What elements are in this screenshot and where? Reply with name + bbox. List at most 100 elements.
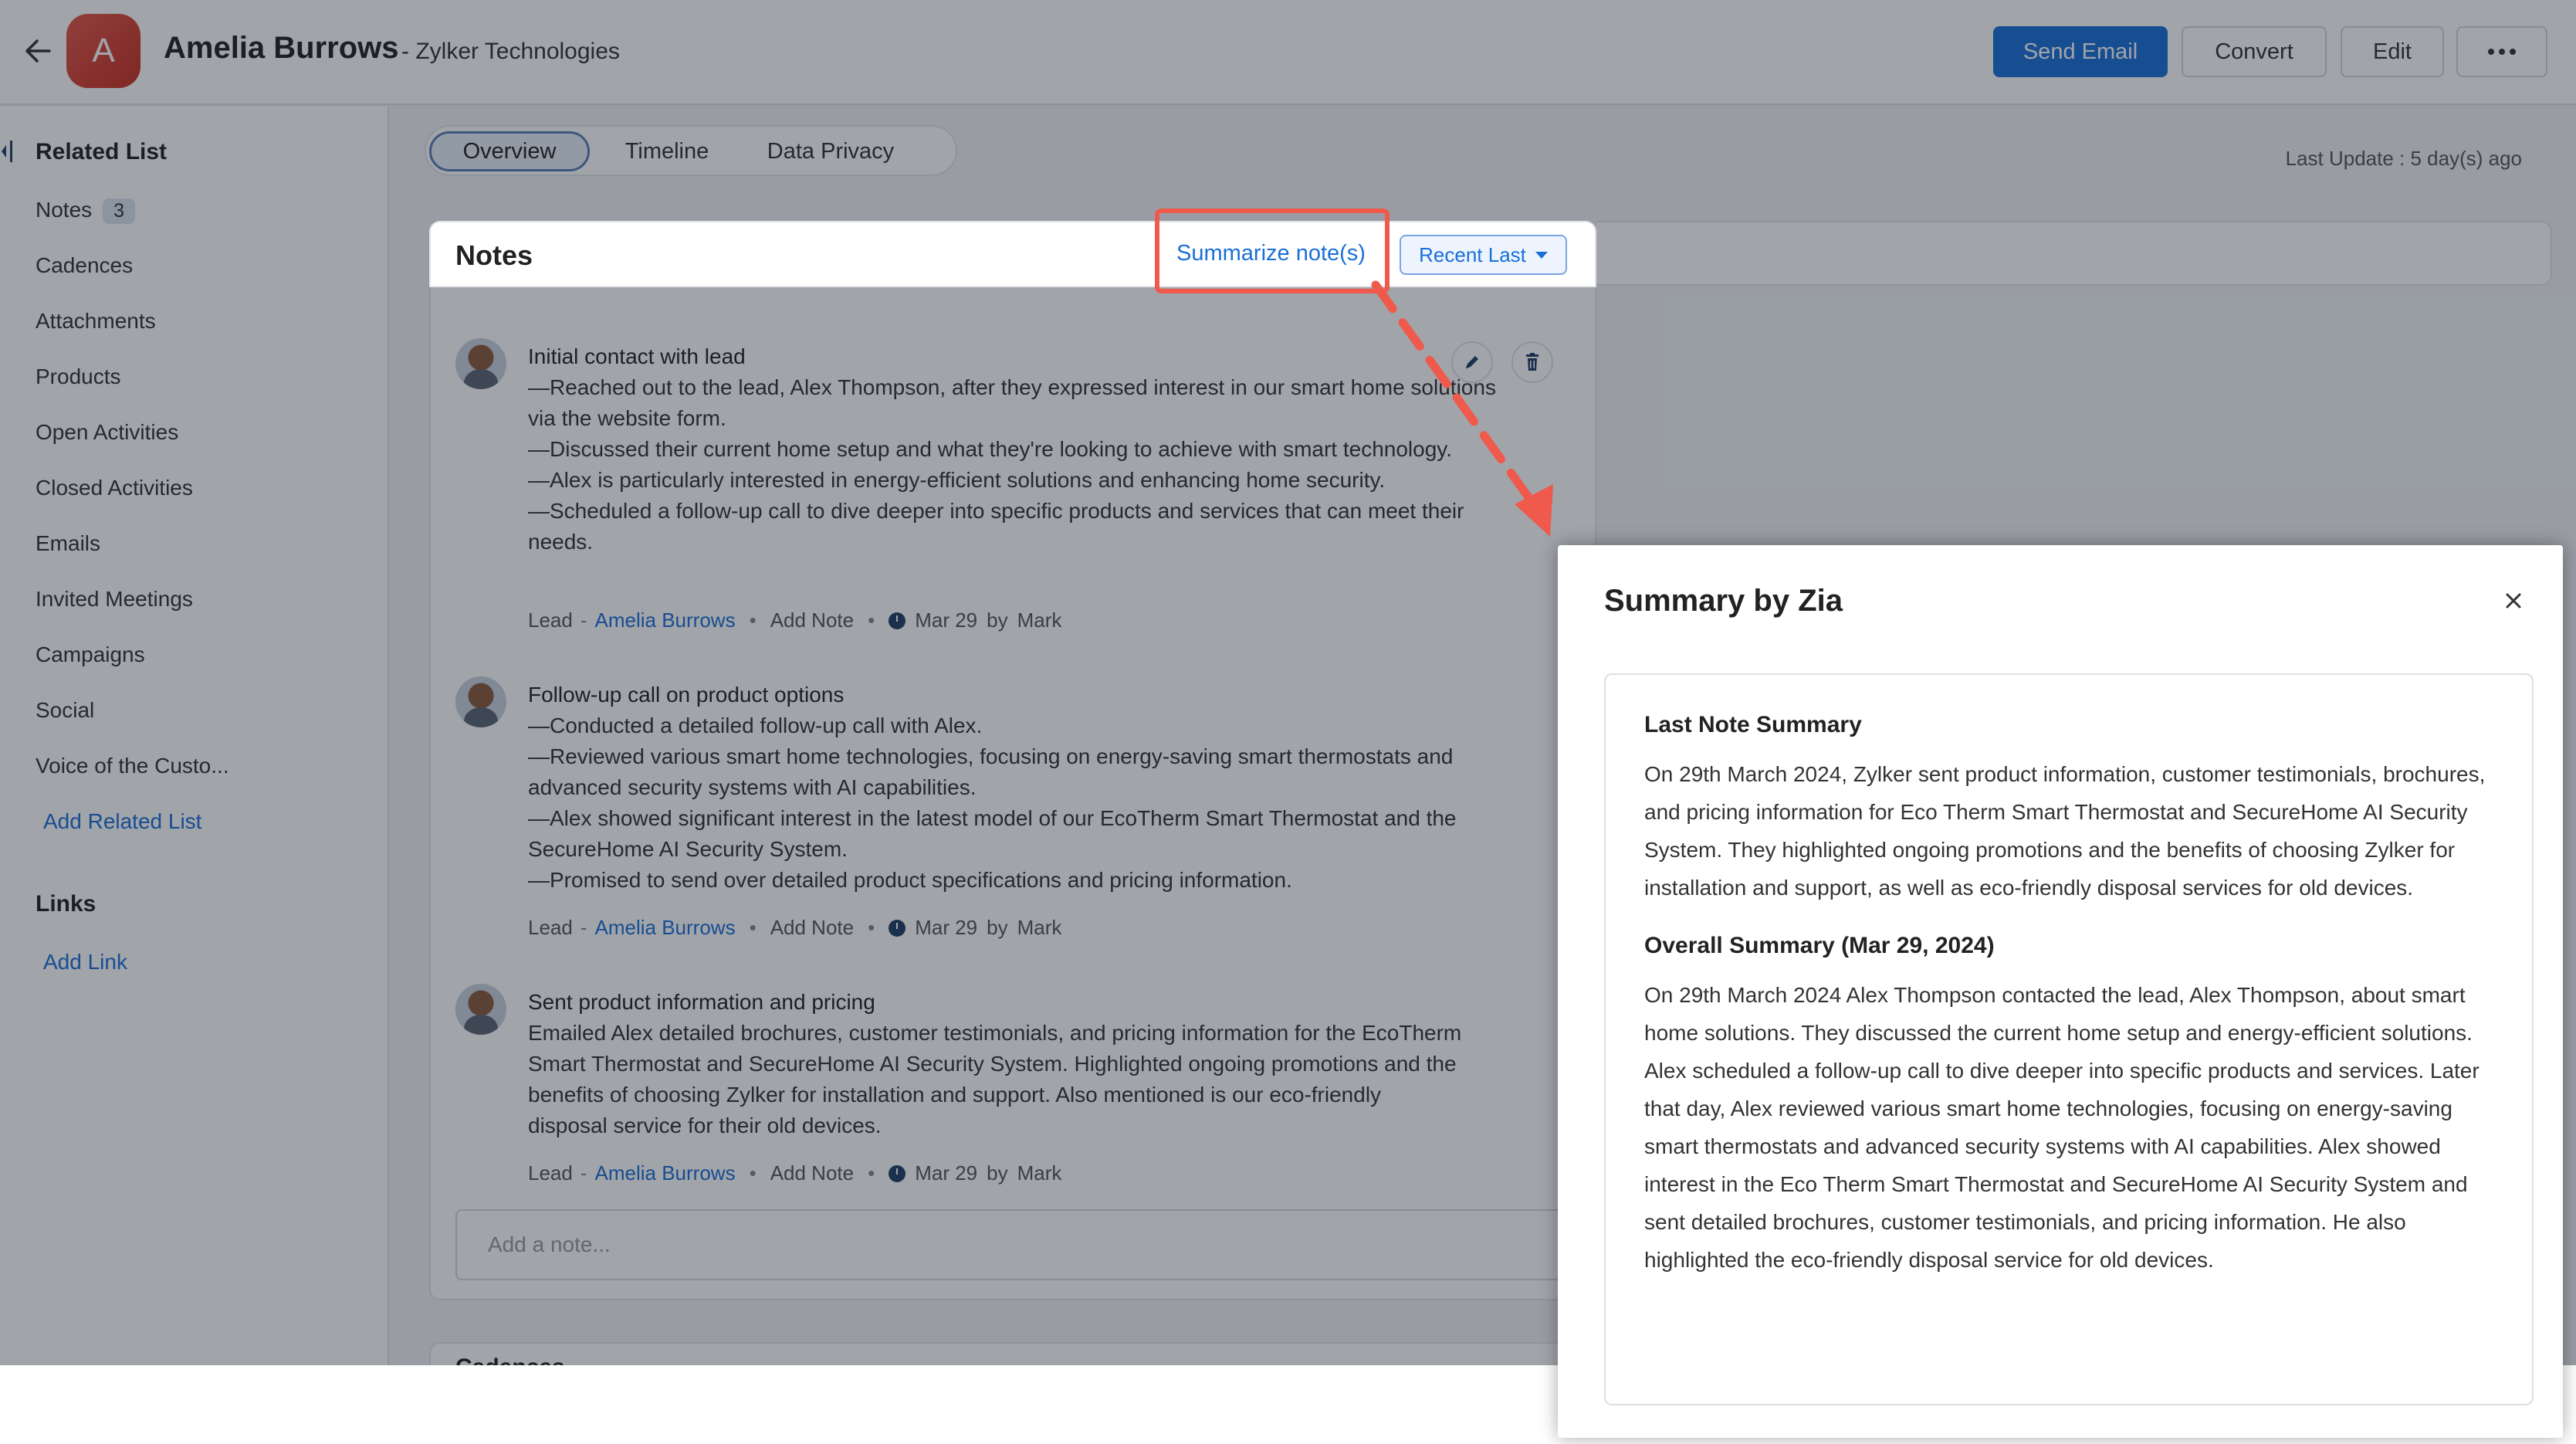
- notes-title: Notes: [455, 239, 533, 271]
- sidebar-item-label: Notes: [36, 198, 93, 222]
- overall-summary-heading: Overall Summary (Mar 29, 2024): [1644, 933, 1995, 958]
- edit-button[interactable]: Edit: [2341, 26, 2444, 77]
- last-note-summary-heading: Last Note Summary: [1644, 712, 1862, 737]
- meta-separator-dot: •: [749, 916, 757, 939]
- meta-separator-dot: •: [868, 916, 875, 939]
- note-title: Follow-up call on product options: [528, 683, 845, 707]
- sidebar-item-notes[interactable]: Notes 3: [36, 198, 136, 225]
- notes-card: Notes Initial contact with lead —Reached…: [429, 221, 1598, 1300]
- clock-icon: [889, 1164, 906, 1182]
- note-body: Emailed Alex detailed brochures, custome…: [528, 1018, 1462, 1141]
- links-heading: Links: [36, 891, 96, 917]
- more-actions-button[interactable]: [2456, 26, 2547, 77]
- note-by: by: [987, 1161, 1008, 1185]
- note-line: —Alex showed significant interest in the…: [528, 806, 1457, 861]
- related-list-heading: Related List: [36, 139, 168, 164]
- add-note-input[interactable]: [455, 1209, 1598, 1280]
- record-company: - Zylker Technologies: [401, 39, 620, 64]
- note-add-note[interactable]: Add Note: [770, 1161, 854, 1185]
- sidebar-item-open-activities[interactable]: Open Activities: [36, 420, 178, 445]
- note-meta: Lead - Amelia Burrows • Add Note • Mar 2…: [528, 608, 1061, 632]
- note-line: —Scheduled a follow-up call to dive deep…: [528, 499, 1464, 554]
- notes-header-highlight: Notes Summarize note(s) Recent Last: [429, 208, 1596, 293]
- clock-icon: [889, 919, 906, 937]
- last-update-text: Last Update : 5 day(s) ago: [2285, 147, 2522, 170]
- collapse-sidebar-icon[interactable]: [0, 137, 14, 165]
- caret-down-icon: [1535, 251, 1548, 259]
- note-date: Mar 29: [915, 916, 978, 939]
- add-link-link[interactable]: Add Link: [43, 950, 127, 975]
- meta-separator-dot: •: [749, 1161, 757, 1185]
- send-email-button[interactable]: Send Email: [1993, 26, 2168, 77]
- tab-timeline[interactable]: Timeline: [605, 131, 729, 171]
- note-title: Initial contact with lead: [528, 344, 746, 368]
- note-line: —Conducted a detailed follow-up call wit…: [528, 714, 983, 737]
- sidebar-item-emails[interactable]: Emails: [36, 531, 100, 556]
- pencil-icon: [1466, 356, 1478, 368]
- sidebar-item-invited-meetings[interactable]: Invited Meetings: [36, 587, 193, 612]
- tab-overview[interactable]: Overview: [429, 131, 590, 171]
- note-author: Mark: [1017, 1161, 1062, 1185]
- note-by: by: [987, 916, 1008, 939]
- note-author-avatar: [455, 676, 506, 727]
- note-title: Sent product information and pricing: [528, 990, 875, 1014]
- note-meta: Lead - Amelia Burrows • Add Note • Mar 2…: [528, 1161, 1061, 1185]
- note-date: Mar 29: [915, 1161, 978, 1185]
- add-related-list-link[interactable]: Add Related List: [43, 809, 201, 834]
- note-record-type: Lead: [528, 1161, 573, 1185]
- trash-icon: [1526, 353, 1538, 371]
- note-meta-dash: -: [580, 608, 587, 632]
- sidebar-item-products[interactable]: Products: [36, 364, 121, 389]
- tab-data-privacy[interactable]: Data Privacy: [740, 131, 922, 171]
- back-arrow-icon[interactable]: [19, 31, 59, 71]
- note-record-link[interactable]: Amelia Burrows: [595, 1161, 736, 1185]
- cadences-section-title: Cadences: [455, 1354, 565, 1365]
- meta-separator-dot: •: [868, 1161, 875, 1185]
- note-add-note[interactable]: Add Note: [770, 608, 854, 632]
- note-body: —Reached out to the lead, Alex Thompson,…: [528, 372, 1516, 558]
- note-record-link[interactable]: Amelia Burrows: [595, 608, 736, 632]
- summary-by-zia-panel: Summary by Zia Last Note Summary On 29th…: [1558, 545, 2563, 1438]
- highlight-box: [1155, 208, 1390, 293]
- note-meta: Lead - Amelia Burrows • Add Note • Mar 2…: [528, 916, 1061, 940]
- convert-button[interactable]: Convert: [2182, 26, 2327, 77]
- record-tabs: Overview Timeline Data Privacy: [425, 125, 957, 176]
- summary-panel-title: Summary by Zia: [1604, 584, 1843, 618]
- note-body: —Conducted a detailed follow-up call wit…: [528, 710, 1516, 896]
- note-author-avatar: [455, 984, 506, 1035]
- related-list-sidebar: Related List Notes 3 Cadences Attachments…: [0, 107, 389, 1365]
- notes-count-badge: 3: [103, 198, 136, 225]
- delete-note-button[interactable]: [1511, 341, 1553, 383]
- note-meta-dash: -: [580, 1161, 587, 1185]
- note-line: —Discussed their current home setup and …: [528, 437, 1452, 461]
- note-author: Mark: [1017, 608, 1062, 632]
- note-record-type: Lead: [528, 608, 573, 632]
- note-line: —Reviewed various smart home technologie…: [528, 744, 1454, 799]
- sort-dropdown[interactable]: Recent Last: [1400, 235, 1567, 275]
- more-icon: [2488, 49, 2516, 55]
- close-icon[interactable]: [2498, 585, 2529, 616]
- note-line: Emailed Alex detailed brochures, custome…: [528, 1021, 1462, 1137]
- note-date: Mar 29: [915, 608, 978, 632]
- sidebar-item-social[interactable]: Social: [36, 698, 94, 723]
- sort-dropdown-label: Recent Last: [1419, 242, 1526, 266]
- overall-summary-text: On 29th March 2024 Alex Thompson contact…: [1644, 983, 2480, 1272]
- last-note-summary-text: On 29th March 2024, Zylker sent product …: [1644, 762, 2486, 900]
- note-add-note[interactable]: Add Note: [770, 916, 854, 940]
- sidebar-item-cadences[interactable]: Cadences: [36, 253, 133, 278]
- record-header: A Amelia Burrows - Zylker Technologies S…: [0, 0, 2576, 105]
- note-record-type: Lead: [528, 916, 573, 939]
- background-card: [1596, 221, 2552, 286]
- note-line: —Alex is particularly interested in ener…: [528, 468, 1386, 492]
- sidebar-item-attachments[interactable]: Attachments: [36, 309, 156, 334]
- sidebar-item-voice-of-customer[interactable]: Voice of the Custo...: [36, 754, 229, 778]
- clock-icon: [889, 612, 906, 629]
- summary-content: Last Note Summary On 29th March 2024, Zy…: [1604, 673, 2534, 1405]
- meta-separator-dot: •: [749, 608, 757, 632]
- sidebar-item-closed-activities[interactable]: Closed Activities: [36, 476, 193, 500]
- sidebar-item-campaigns[interactable]: Campaigns: [36, 642, 145, 667]
- note-record-link[interactable]: Amelia Burrows: [595, 916, 736, 940]
- meta-separator-dot: •: [868, 608, 875, 632]
- record-name: Amelia Burrows: [164, 31, 399, 65]
- note-line: —Reached out to the lead, Alex Thompson,…: [528, 375, 1496, 430]
